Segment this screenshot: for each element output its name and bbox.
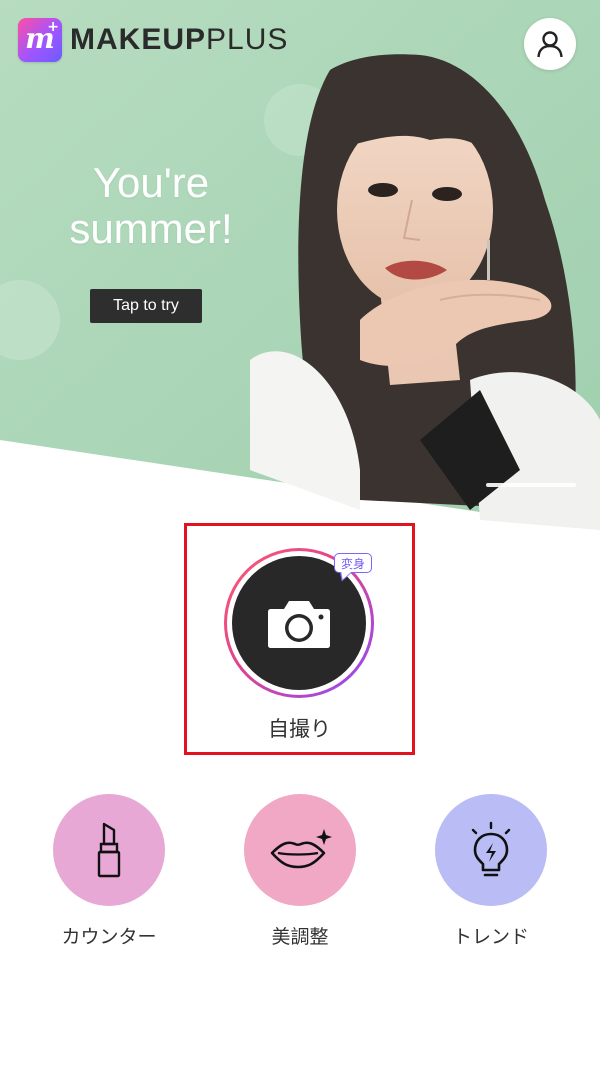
headline-line-2: summer! — [69, 205, 233, 252]
lipstick-icon — [97, 822, 121, 878]
banner-page-indicator — [486, 483, 576, 487]
user-icon — [537, 31, 563, 58]
logo-plus: + — [47, 19, 59, 35]
selfie-section[interactable]: 変身 自撮り — [184, 523, 415, 755]
selfie-label: 自撮り — [268, 717, 331, 741]
lips-icon — [270, 829, 332, 869]
brand-name-bold: MAKEUP — [70, 23, 207, 56]
brand-name-light: PLUS — [206, 23, 289, 56]
trend-button[interactable] — [435, 794, 547, 906]
banner-image — [0, 0, 600, 530]
camera-icon — [268, 601, 330, 648]
feature-counter[interactable]: カウンター — [29, 794, 189, 949]
feature-trend[interactable]: トレンド — [411, 794, 571, 949]
feature-label: トレンド — [452, 926, 529, 948]
app-logo: m + MAKEUPPLUS — [18, 18, 288, 62]
feature-label: カウンター — [61, 926, 157, 948]
profile-button[interactable] — [524, 18, 576, 70]
lightbulb-icon — [471, 821, 511, 877]
feature-beauty-adjust[interactable]: 美調整 — [220, 794, 380, 949]
counter-button[interactable] — [53, 794, 165, 906]
brand-name: MAKEUPPLUS — [70, 25, 288, 55]
tap-to-try-button[interactable]: Tap to try — [90, 289, 202, 323]
feature-label: 美調整 — [271, 926, 329, 948]
headline-line-1: You're — [92, 159, 210, 206]
banner-headline: You're summer! — [46, 160, 256, 252]
logo-icon: m + — [18, 18, 62, 62]
feature-row: カウンター 美調整 トレンド — [0, 794, 600, 964]
transform-badge: 変身 — [334, 553, 373, 573]
beauty-adjust-button[interactable] — [244, 794, 356, 906]
hero-banner[interactable]: m + MAKEUPPLUS You're summer! Tap to try — [0, 0, 600, 530]
